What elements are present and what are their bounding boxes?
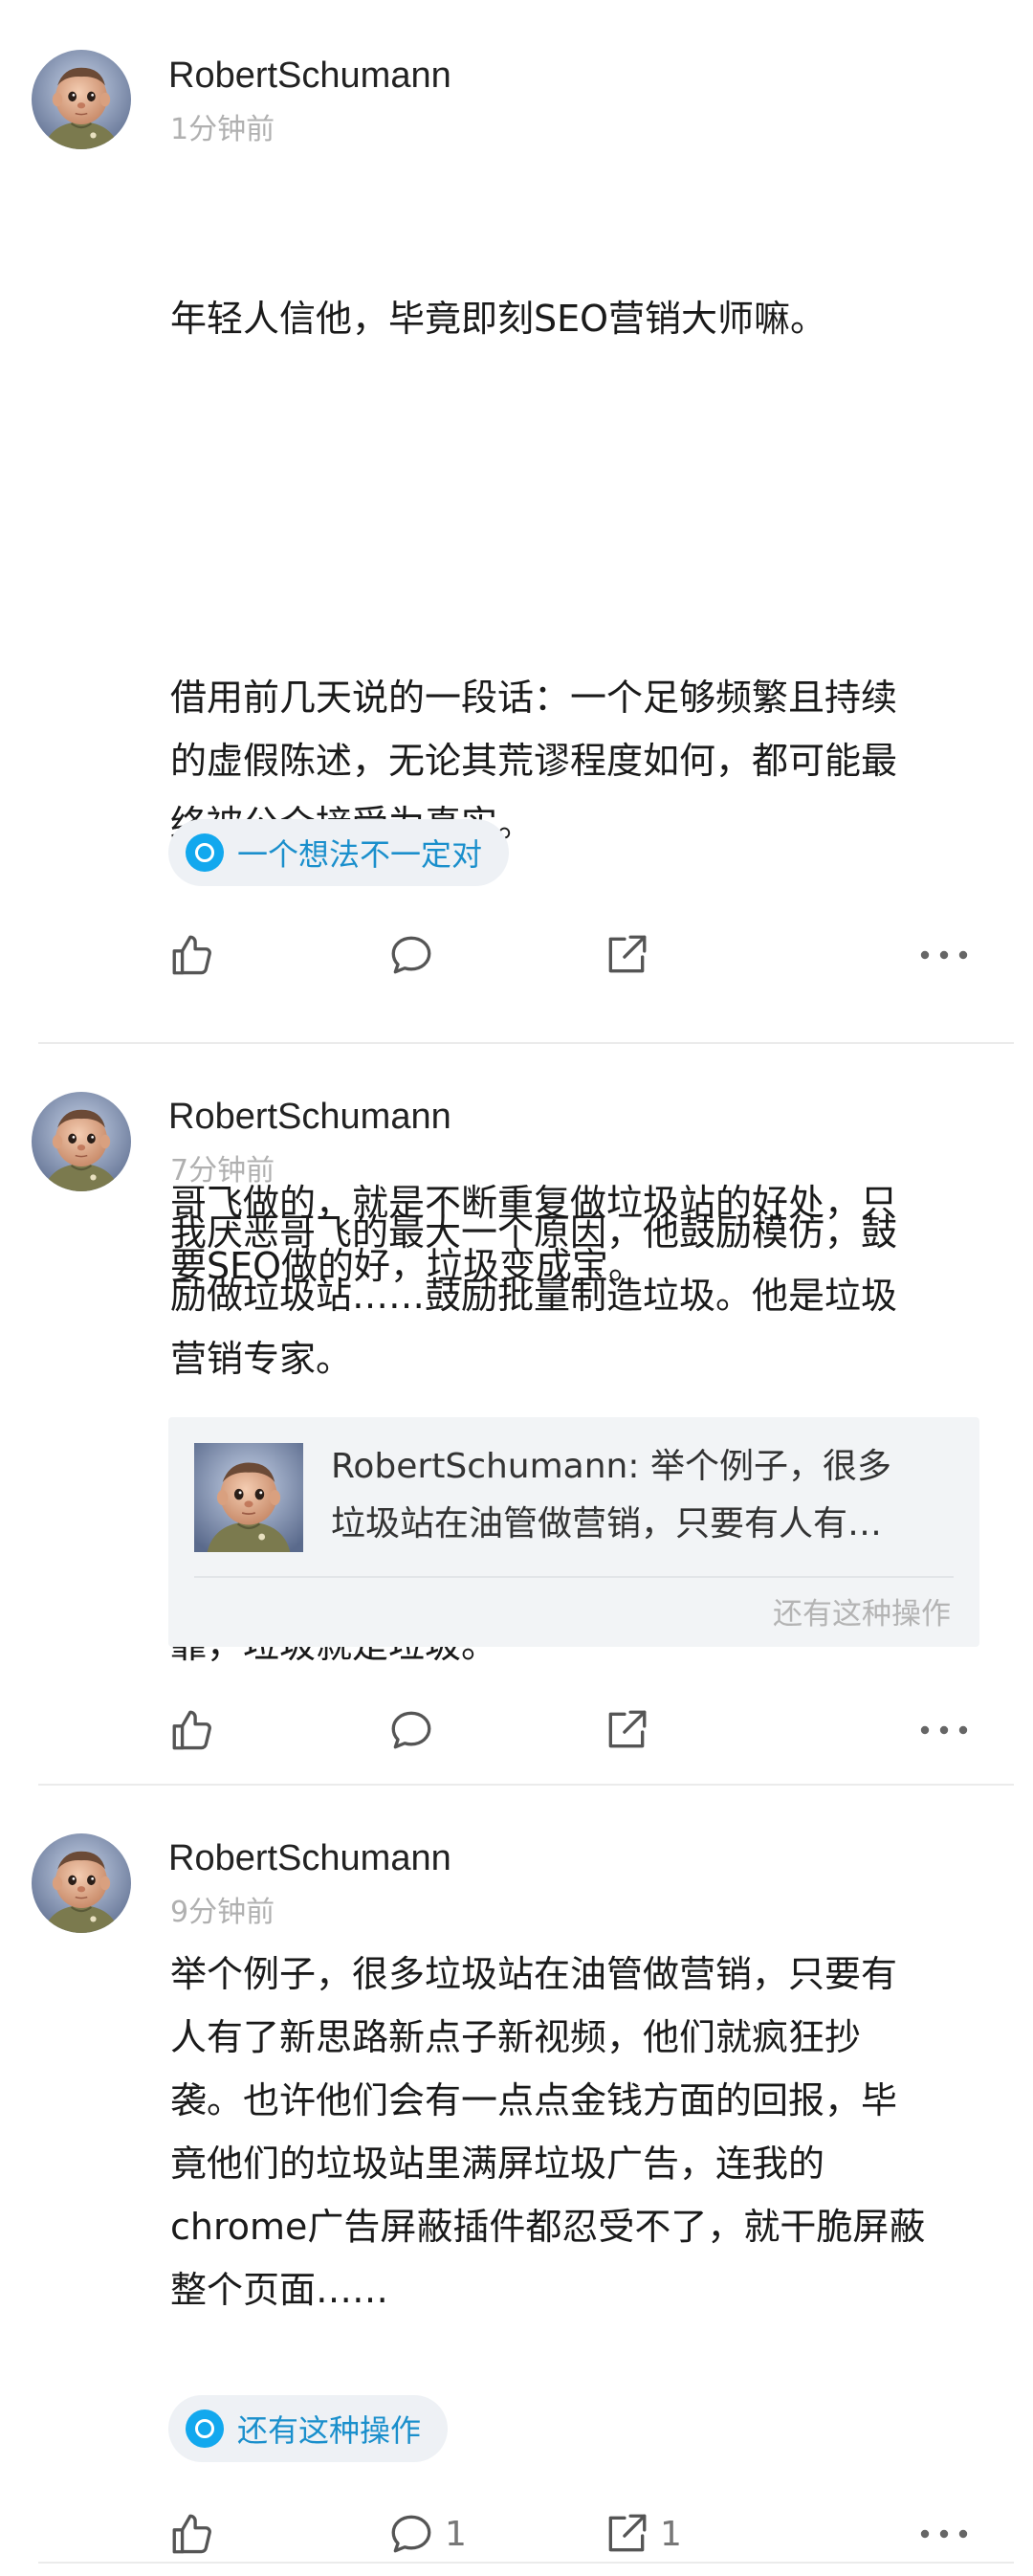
comment-button[interactable]: 1 — [387, 2500, 467, 2567]
post-time: 9分钟前 — [170, 1896, 275, 1929]
avatar[interactable] — [32, 1092, 131, 1191]
post-body: 举个例子，很多垃圾站在油管做营销，只要有 人有了新思路新点子新视频，他们就疯狂抄… — [170, 1953, 926, 2311]
comment-bubble-icon — [391, 2515, 431, 2553]
thumbs-up-icon — [172, 935, 211, 975]
topic-circle-icon — [186, 833, 224, 872]
author-name[interactable]: RobertSchumann — [168, 1838, 451, 1879]
more-button[interactable] — [918, 922, 970, 988]
share-icon — [608, 935, 647, 973]
thumbs-up-icon — [172, 1710, 211, 1750]
quote-thumbnail — [194, 1443, 303, 1552]
quote-topic[interactable]: 还有这种操作 — [773, 1589, 951, 1632]
comment-button[interactable] — [387, 922, 445, 988]
avatar[interactable] — [32, 1833, 131, 1933]
more-dots-icon — [920, 950, 968, 960]
topic-circle-icon — [186, 2409, 224, 2448]
more-dots-icon — [920, 2529, 968, 2539]
like-button[interactable] — [168, 922, 216, 988]
topic-tag[interactable]: 一个想法不一定对 — [168, 819, 510, 886]
post-actions — [0, 1697, 1033, 1764]
topic-tag-label: 还有这种操作 — [237, 2412, 422, 2449]
share-button[interactable] — [603, 1697, 660, 1764]
quote-divider — [194, 1576, 954, 1578]
share-button[interactable] — [603, 922, 660, 988]
divider — [38, 2562, 1014, 2564]
comment-count: 1 — [445, 2514, 467, 2554]
share-count: 1 — [660, 2514, 682, 2554]
topic-tag[interactable]: 还有这种操作 — [168, 2395, 449, 2462]
comment-bubble-icon — [391, 1711, 431, 1749]
more-button[interactable] — [918, 1697, 970, 1764]
share-icon — [608, 2514, 647, 2552]
post-paragraph: 年轻人信他，毕竟即刻SEO营销大师嘛。 — [170, 298, 827, 340]
avatar[interactable] — [32, 50, 131, 149]
thumbs-up-icon — [172, 2514, 211, 2554]
share-button[interactable]: 1 — [603, 2500, 682, 2567]
share-icon — [608, 1710, 647, 1748]
post-body: 我厌恶哥飞的最大一个原因，他鼓励模仿，鼓 励做垃圾站……鼓励批量制造垃圾。他是垃… — [170, 1211, 898, 1380]
author-name[interactable]: RobertSchumann — [168, 56, 451, 97]
more-dots-icon — [920, 1725, 968, 1735]
comment-button[interactable] — [387, 1697, 445, 1764]
quoted-post[interactable]: RobertSchumann: 举个例子，很多 垃圾站在油管做营销，只要有人有…… — [168, 1417, 979, 1647]
comment-bubble-icon — [391, 936, 431, 974]
author-name[interactable]: RobertSchumann — [168, 1097, 451, 1138]
post-time: 7分钟前 — [170, 1154, 275, 1188]
post-actions: 1 1 — [0, 2500, 1033, 2567]
post-actions — [0, 922, 1033, 988]
like-button[interactable] — [168, 2500, 216, 2567]
quote-text: RobertSchumann: 举个例子，很多 垃圾站在油管做营销，只要有人有… — [331, 1447, 891, 1543]
topic-tag-label: 一个想法不一定对 — [237, 836, 483, 873]
post-time: 1分钟前 — [170, 113, 275, 146]
more-button[interactable] — [918, 2500, 970, 2567]
divider — [38, 1042, 1014, 1044]
like-button[interactable] — [168, 1697, 216, 1764]
divider — [38, 1784, 1014, 1786]
